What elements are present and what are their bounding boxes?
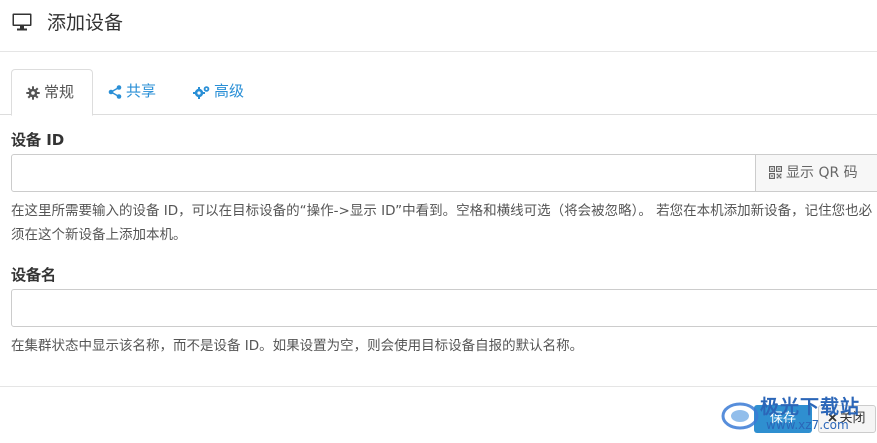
device-id-help: 在这里所需要输入的设备 ID，可以在目标设备的“操作->显示 ID”中看到。空格… — [11, 203, 873, 243]
tab-advanced[interactable]: 高级 — [193, 69, 244, 115]
show-qr-button[interactable]: 显示 QR 码 — [755, 154, 877, 192]
show-qr-label: 显示 QR 码 — [786, 165, 858, 181]
device-name-label: 设备名 — [11, 266, 57, 284]
tab-share[interactable]: 共享 — [108, 69, 156, 115]
device-id-label: 设备 ID — [11, 131, 65, 149]
close-button[interactable]: 关闭 — [818, 405, 876, 433]
save-button[interactable]: 保存 — [754, 405, 812, 433]
cogs-icon — [193, 85, 210, 99]
dialog-header: 添加设备 — [0, 0, 877, 52]
tab-share-label: 共享 — [126, 82, 157, 100]
save-button-label: 保存 — [769, 411, 796, 426]
device-name-help: 在集群状态中显示该名称，而不是设备 ID。如果设置为空，则会使用目标设备自报的默… — [11, 338, 584, 354]
device-name-input[interactable] — [11, 289, 877, 327]
tab-general-label: 常规 — [44, 83, 75, 101]
dialog-footer — [0, 386, 877, 443]
qrcode-icon — [769, 165, 782, 179]
share-icon — [108, 84, 122, 99]
close-button-label: 关闭 — [839, 411, 866, 426]
dialog-title: 添加设备 — [47, 12, 124, 34]
tab-general[interactable]: 常规 — [11, 69, 93, 116]
monitor-icon — [12, 13, 32, 31]
tab-bar: 常规 共享 高级 — [0, 69, 877, 116]
tab-advanced-label: 高级 — [214, 82, 245, 100]
close-icon — [828, 413, 838, 422]
device-id-input[interactable] — [11, 154, 756, 192]
gear-icon — [26, 85, 40, 100]
